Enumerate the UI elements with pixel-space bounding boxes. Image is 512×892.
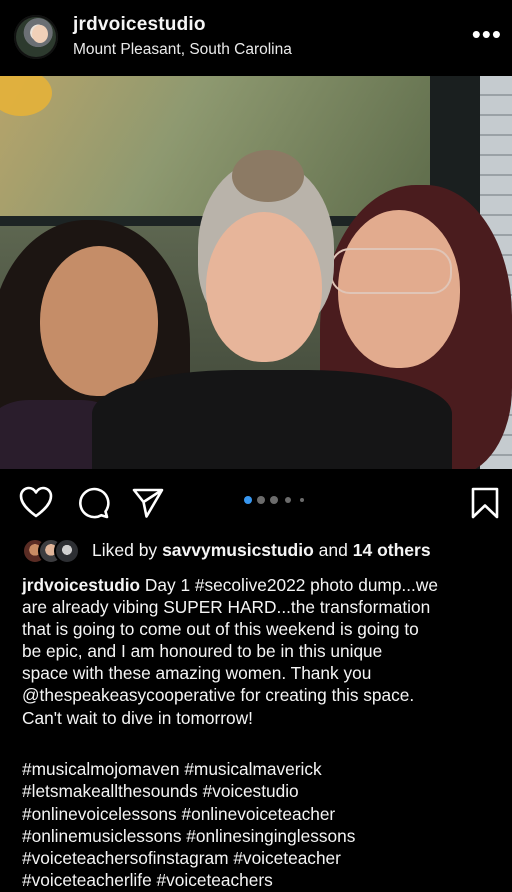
caption-line: are already vibing SUPER HARD...the tran… xyxy=(22,597,431,618)
likes-connector: and xyxy=(318,540,348,560)
comment-icon[interactable] xyxy=(76,486,110,520)
liker-username[interactable]: savvymusicstudio xyxy=(162,540,314,560)
post-username[interactable]: jrdvoicestudio xyxy=(73,14,206,36)
carousel-dot xyxy=(300,498,304,502)
bookmark-icon[interactable] xyxy=(468,486,502,520)
post-header: jrdvoicestudio Mount Pleasant, South Car… xyxy=(0,0,512,76)
more-options-icon[interactable]: ••• xyxy=(472,21,502,47)
person-center-hair-bun xyxy=(232,150,304,202)
caption-line: Can't wait to dive in tomorrow! xyxy=(22,707,253,728)
person-left-face xyxy=(40,246,158,396)
caption-line: space with these amazing women. Thank yo… xyxy=(22,663,372,684)
hashtag-line[interactable]: #voiceteachersofinstagram #voiceteacher xyxy=(22,847,502,869)
caption-mention-line[interactable]: @thespeakeasycooperative for creating th… xyxy=(22,684,502,706)
hashtag-line[interactable]: #voiceteacherlife #voiceteachers xyxy=(22,869,502,891)
liker-avatar xyxy=(54,538,80,564)
likes-others-count[interactable]: 14 others xyxy=(353,540,431,560)
hashtag-line[interactable]: #onlinemusiclessons #onlinesinginglesson… xyxy=(22,825,502,847)
post-photo[interactable] xyxy=(0,76,512,469)
profile-avatar[interactable] xyxy=(14,15,58,59)
heart-icon[interactable] xyxy=(19,486,53,520)
caption-hashtags: #musicalmojomaven #musicalmaverick #lets… xyxy=(22,758,502,892)
caption-username[interactable]: jrdvoicestudio xyxy=(22,575,140,595)
post-location[interactable]: Mount Pleasant, South Carolina xyxy=(73,41,292,59)
send-icon[interactable] xyxy=(131,486,165,520)
carousel-dot xyxy=(257,496,265,504)
person-right-glasses xyxy=(330,248,452,294)
hashtag-line[interactable]: #musicalmojomaven #musicalmaverick xyxy=(22,758,502,780)
caption-line: that is going to come out of this weeken… xyxy=(22,619,419,640)
caption-line: jrdvoicestudio Day 1 #secolive2022 photo… xyxy=(22,574,502,596)
caption-text: Day 1 #secolive2022 photo dump...we xyxy=(144,575,438,595)
likes-row[interactable]: Liked by savvymusicstudio and 14 others xyxy=(22,537,502,564)
caption-line: be epic, and I am honoured to be in this… xyxy=(22,641,383,662)
likes-text: Liked by savvymusicstudio and 14 others xyxy=(92,540,431,561)
carousel-dot xyxy=(270,496,278,504)
hashtag-line[interactable]: #letsmakeallthesounds #voicestudio xyxy=(22,780,502,802)
person-center-face xyxy=(206,212,322,362)
carousel-dot-active xyxy=(244,496,252,504)
post-caption: jrdvoicestudio Day 1 #secolive2022 photo… xyxy=(22,574,502,729)
likes-prefix: Liked by xyxy=(92,540,158,560)
hashtag-line[interactable]: #onlinevoicelessons #onlinevoiceteacher xyxy=(22,803,502,825)
person-center-shirt xyxy=(92,370,452,469)
carousel-dot xyxy=(285,497,291,503)
post-actions xyxy=(0,470,512,534)
